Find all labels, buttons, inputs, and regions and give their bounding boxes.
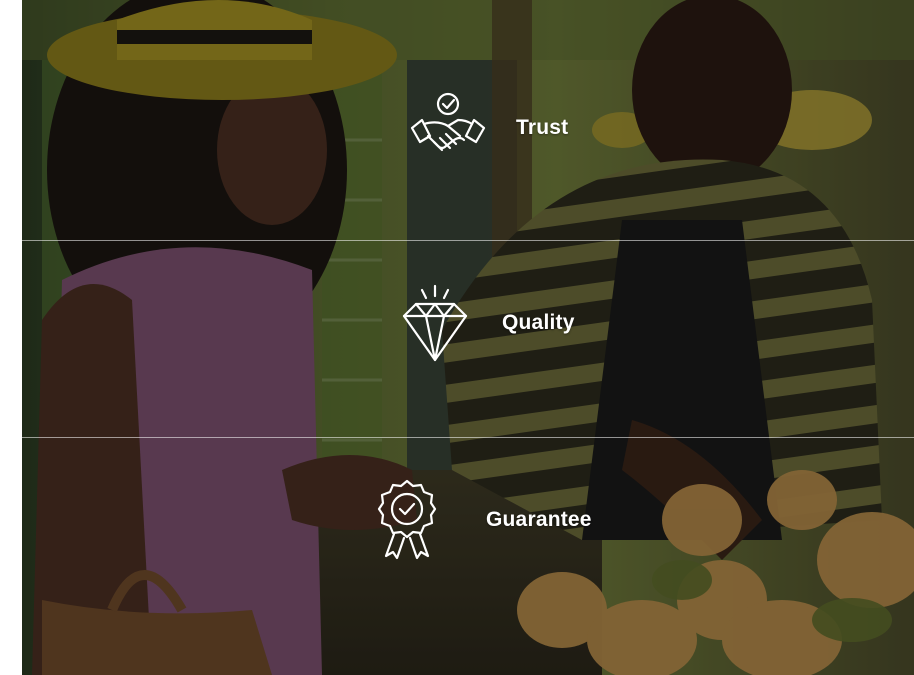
award-ribbon-icon xyxy=(377,479,437,560)
feature-quality-label: Quality xyxy=(502,311,575,334)
handshake-check-icon xyxy=(410,92,486,152)
feature-trust-label: Trust xyxy=(516,116,569,139)
divider-top xyxy=(22,240,914,241)
divider-bottom xyxy=(22,437,914,438)
hero-banner: Trust Quality Guarantee xyxy=(22,0,914,675)
feature-quality: Quality xyxy=(400,282,575,364)
feature-trust: Trust xyxy=(408,90,568,166)
feature-guarantee-label: Guarantee xyxy=(486,508,592,531)
feature-guarantee: Guarantee xyxy=(376,478,592,562)
diamond-icon xyxy=(402,284,468,362)
